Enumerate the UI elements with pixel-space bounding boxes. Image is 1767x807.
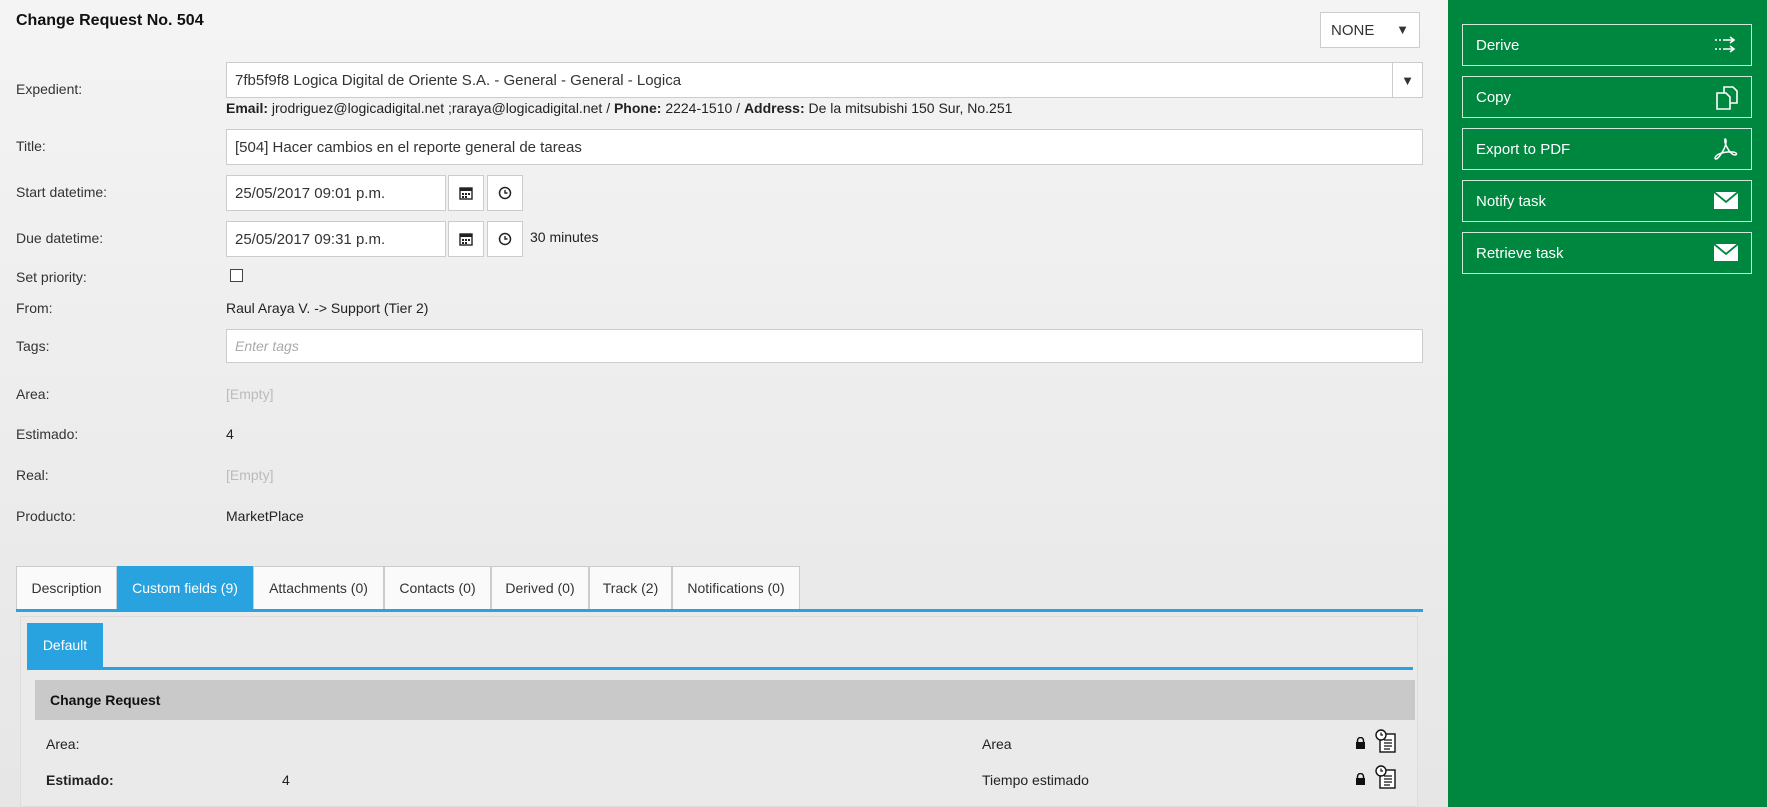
lock-icon[interactable] [1355, 737, 1366, 749]
time-button[interactable] [487, 175, 523, 211]
address-label: Address: [743, 100, 805, 116]
custom-field-label: Estimado: [46, 772, 114, 788]
expedient-label: Expedient: [16, 81, 83, 97]
caret-down-icon[interactable]: ▼ [1392, 63, 1422, 97]
tab-track[interactable]: Track (2) [589, 566, 672, 609]
section-header: Change Request [35, 680, 1415, 720]
due-datetime-input[interactable]: 25/05/2017 09:31 p.m. [226, 221, 446, 257]
calendar-icon [459, 187, 473, 200]
title-value: [504] Hacer cambios en el reporte genera… [235, 138, 582, 156]
tags-input[interactable]: Enter tags [226, 329, 1423, 363]
custom-field-row: Area: Area [35, 727, 1415, 761]
clock-icon [498, 186, 512, 200]
from-value: Raul Araya V. -> Support (Tier 2) [226, 300, 429, 316]
title-input[interactable]: [504] Hacer cambios en el reporte genera… [226, 129, 1423, 165]
title-label: Title: [16, 138, 46, 154]
envelope-icon [1713, 243, 1739, 261]
tab-notifications[interactable]: Notifications (0) [672, 566, 800, 609]
custom-field-description: Area [982, 736, 1012, 752]
tab-attachments[interactable]: Attachments (0) [253, 566, 384, 609]
calendar-icon [459, 233, 473, 246]
due-datetime-value: 25/05/2017 09:31 p.m. [235, 230, 386, 248]
custom-field-row: Estimado: 4 Tiempo estimado [35, 763, 1415, 797]
start-datetime-input[interactable]: 25/05/2017 09:01 p.m. [226, 175, 446, 211]
copy-icon [1716, 86, 1738, 110]
expedient-value: 7fb5f9f8 Logica Digital de Oriente S.A. … [235, 71, 682, 89]
pdf-icon [1714, 138, 1738, 160]
estimado-value[interactable]: 4 [226, 426, 234, 442]
custom-field-description: Tiempo estimado [982, 772, 1089, 788]
task-form-area: Change Request No. 504 NONE ▼ Expedient:… [0, 0, 1448, 807]
separator: / [606, 100, 611, 116]
derive-button[interactable]: Derive [1462, 24, 1752, 66]
real-value[interactable]: [Empty] [226, 467, 273, 483]
custom-field-label: Area: [46, 736, 80, 752]
calendar-button[interactable] [448, 221, 484, 257]
producto-value[interactable]: MarketPlace [226, 508, 304, 524]
derive-label: Derive [1476, 36, 1520, 54]
address-value: De la mitsubishi 150 Sur, No.251 [808, 100, 1013, 116]
page-title: Change Request No. 504 [16, 12, 204, 29]
subtab-default[interactable]: Default [27, 623, 103, 667]
custom-field-value: 4 [282, 772, 290, 788]
tab-description[interactable]: Description [16, 566, 117, 609]
custom-fields-panel: Default Change Request Area: Area Estima… [20, 616, 1418, 807]
custom-fields-subtabs: Default [27, 623, 1413, 670]
clock-icon [498, 232, 512, 246]
estimado-label: Estimado: [16, 426, 79, 442]
tags-label: Tags: [16, 338, 50, 354]
phone-value: 2224-1510 [665, 100, 733, 116]
clipboard-clock-icon[interactable] [1375, 765, 1397, 789]
due-datetime-label: Due datetime: [16, 230, 104, 246]
notify-task-label: Notify task [1476, 192, 1547, 210]
tab-custom-fields[interactable]: Custom fields (9) [117, 566, 253, 609]
expedient-select[interactable]: 7fb5f9f8 Logica Digital de Oriente S.A. … [226, 62, 1423, 98]
area-value[interactable]: [Empty] [226, 386, 273, 402]
area-label: Area: [16, 386, 50, 402]
retrieve-task-button[interactable]: Retrieve task [1462, 232, 1752, 274]
real-label: Real: [16, 467, 49, 483]
producto-label: Producto: [16, 508, 76, 524]
priority-label: Set priority: [16, 269, 87, 285]
email-value: jrodriguez@logicadigital.net ;raraya@log… [271, 100, 603, 116]
detail-tabs: Description Custom fields (9) Attachment… [16, 566, 1423, 612]
priority-checkbox[interactable] [230, 269, 243, 282]
caret-down-icon: ▼ [1396, 22, 1409, 37]
status-select-value: NONE [1331, 21, 1375, 39]
lock-icon[interactable] [1355, 773, 1366, 785]
time-button[interactable] [487, 221, 523, 257]
expedient-contact-info: Email: jrodriguez@logicadigital.net ;rar… [226, 100, 1012, 116]
start-datetime-value: 25/05/2017 09:01 p.m. [235, 184, 386, 202]
notify-task-button[interactable]: Notify task [1462, 180, 1752, 222]
calendar-button[interactable] [448, 175, 484, 211]
tab-derived[interactable]: Derived (0) [491, 566, 589, 609]
email-label: Email: [226, 100, 269, 116]
export-pdf-label: Export to PDF [1476, 140, 1571, 158]
clipboard-clock-icon[interactable] [1375, 729, 1397, 753]
copy-button[interactable]: Copy [1462, 76, 1752, 118]
export-pdf-button[interactable]: Export to PDF [1462, 128, 1752, 170]
tab-contacts[interactable]: Contacts (0) [384, 566, 491, 609]
from-label: From: [16, 300, 53, 316]
separator: / [736, 100, 741, 116]
actions-sidebar: Derive Copy Export to PDF Notify task Re… [1448, 0, 1767, 807]
derive-arrows-icon [1715, 36, 1736, 53]
start-datetime-label: Start datetime: [16, 184, 108, 200]
tags-placeholder: Enter tags [235, 338, 299, 354]
status-select[interactable]: NONE ▼ [1320, 12, 1420, 48]
envelope-icon [1713, 191, 1739, 209]
copy-label: Copy [1476, 88, 1512, 106]
duration-text: 30 minutes [530, 229, 599, 245]
retrieve-task-label: Retrieve task [1476, 244, 1564, 262]
phone-label: Phone: [613, 100, 662, 116]
